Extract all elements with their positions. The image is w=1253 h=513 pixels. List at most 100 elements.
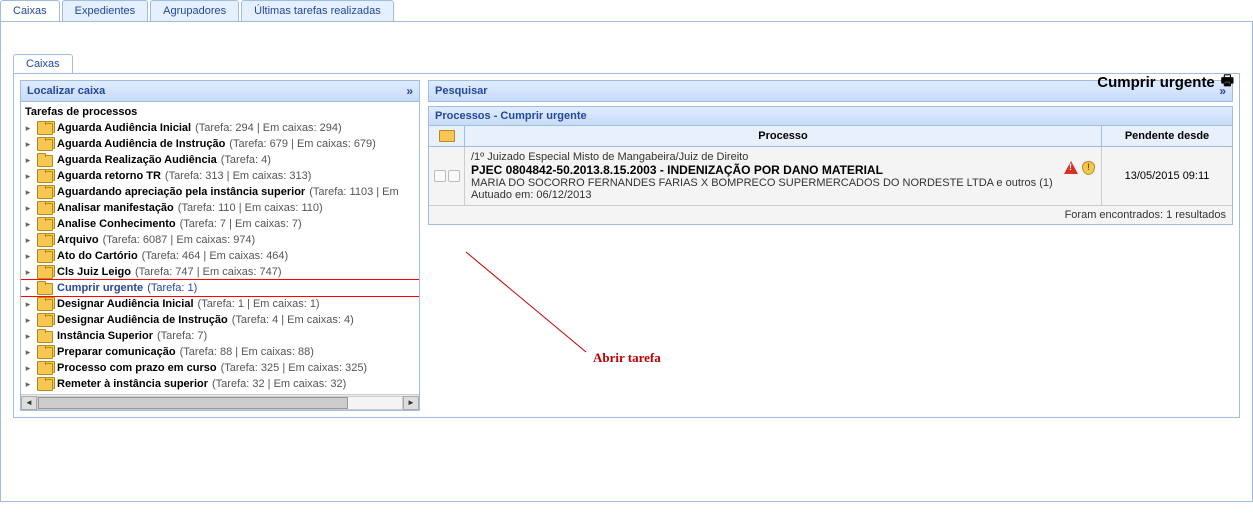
grid-title: Processos - Cumprir urgente: [429, 107, 1232, 126]
tree-item-label: Preparar comunicação: [57, 346, 176, 358]
chevron-right-icon[interactable]: ▸: [23, 219, 33, 230]
scroll-thumb[interactable]: [38, 397, 348, 409]
row-flags: [1064, 161, 1095, 175]
row-action-icon[interactable]: [448, 170, 460, 182]
tree-item-label: Analisar manifestação: [57, 202, 174, 214]
horizontal-scrollbar[interactable]: ◄ ►: [21, 394, 419, 410]
tree-item[interactable]: ▸Analise Conhecimento (Tarefa: 7 | Em ca…: [21, 216, 419, 232]
tree-item[interactable]: ▸ Processo com prazo em curso (Tarefa: 32…: [21, 360, 419, 376]
row-processo-cell: /1º Juizado Especial Misto de Mangabeira…: [465, 147, 1102, 205]
tree-item-label: Cumprir urgente: [57, 282, 143, 294]
tree-item[interactable]: ▸Arquivo (Tarefa: 6087 | Em caixas: 974): [21, 232, 419, 248]
grid-header-pendente[interactable]: Pendente desde: [1102, 126, 1232, 146]
print-icon[interactable]: 🖶: [1221, 70, 1234, 94]
tree-item[interactable]: ▸Aguarda retorno TR (Tarefa: 313 | Em ca…: [21, 168, 419, 184]
row-court-path: /1º Juizado Especial Misto de Mangabeira…: [471, 151, 1095, 163]
tree-item-label: Aguarda Audiência de Instrução: [57, 138, 225, 150]
chevron-right-icon[interactable]: ▸: [23, 155, 33, 166]
outer-tab-bar: Caixas Expedientes Agrupadores Últimas t…: [0, 0, 1253, 22]
folder-icon: [37, 249, 53, 263]
tree-item-label: Cls Juiz Leigo: [57, 266, 131, 278]
row-action-cell: [429, 147, 465, 205]
tree-item-counts: (Tarefa: 6087 | Em caixas: 974): [103, 234, 256, 246]
tree-root-label: Tarefas de processos: [21, 104, 419, 120]
tree-item-label: Remeter à instância superior: [57, 378, 208, 390]
tree-item[interactable]: ▸ Preparar comunicação (Tarefa: 88 | Em c…: [21, 344, 419, 360]
main-panel: Caixas Cumprir urgente 🖶 Localizar caixa…: [0, 22, 1253, 502]
grid-panel: Processos - Cumprir urgente Processo Pen…: [428, 106, 1233, 225]
alert-icon: [1064, 161, 1078, 174]
tree-item-counts: (Tarefa: 464 | Em caixas: 464): [142, 250, 289, 262]
folder-icon[interactable]: [439, 130, 455, 142]
tab-ultimas-tarefas[interactable]: Últimas tarefas realizadas: [241, 0, 394, 21]
tree-item-label: Processo com prazo em curso: [57, 362, 217, 374]
folder-icon: [37, 185, 53, 199]
tree-item[interactable]: ▸Aguarda Audiência Inicial (Tarefa: 294 …: [21, 120, 419, 136]
table-row[interactable]: /1º Juizado Especial Misto de Mangabeira…: [429, 147, 1232, 206]
row-process-title[interactable]: PJEC 0804842-50.2013.8.15.2003 - INDENIZ…: [471, 163, 1095, 177]
tree-item[interactable]: ▸Cumprir urgente (Tarefa: 1): [21, 280, 419, 296]
tree-item-counts: (Tarefa: 110 | Em caixas: 110): [178, 202, 323, 214]
tree-item[interactable]: ▸ Remeter à instância superior (Tarefa: 3…: [21, 376, 419, 392]
localizar-label: Localizar caixa: [27, 85, 105, 97]
scroll-left-arrow-icon[interactable]: ◄: [21, 396, 37, 410]
chevron-right-icon[interactable]: ▸: [23, 187, 33, 198]
tree-item-counts: (Tarefa: 294 | Em caixas: 294): [195, 122, 342, 134]
tree-item[interactable]: ▸Aguarda Realização Audiência (Tarefa: 4…: [21, 152, 419, 168]
tree-item-label: Analise Conhecimento: [57, 218, 176, 230]
chevron-right-icon[interactable]: ▸: [23, 171, 33, 182]
inner-tab-caixas[interactable]: Caixas: [13, 54, 73, 73]
tree: Tarefas de processos ▸Aguarda Audiência …: [21, 102, 419, 394]
pesquisar-label: Pesquisar: [435, 85, 488, 97]
tree-item-counts: (Tarefa: 1 | Em caixas: 1): [198, 298, 320, 310]
tree-item-counts: (Tarefa: 1103 | Em: [309, 186, 398, 198]
row-parties: MARIA DO SOCORRO FERNANDES FARIAS X BOMP…: [471, 177, 1095, 189]
folder-icon: [37, 377, 53, 391]
chevron-right-icon[interactable]: ▸: [23, 315, 33, 326]
tree-item[interactable]: ▸ Aguarda Audiência de Instrução (Tarefa:…: [21, 136, 419, 152]
tree-item[interactable]: ▸ Aguardando apreciação pela instância su…: [21, 184, 419, 200]
scroll-right-arrow-icon[interactable]: ►: [403, 396, 419, 410]
columns: Localizar caixa » Tarefas de processos ▸…: [13, 73, 1240, 418]
tree-item[interactable]: ▸Designar Audiência de Instrução (Tarefa…: [21, 312, 419, 328]
tree-item-label: Aguarda retorno TR: [57, 170, 161, 182]
tree-item-counts: (Tarefa: 88 | Em caixas: 88): [180, 346, 314, 358]
page-title: Cumprir urgente: [1097, 74, 1215, 91]
tree-item[interactable]: ▸Designar Audiência Inicial (Tarefa: 1 |…: [21, 296, 419, 312]
tree-item-counts: (Tarefa: 679 | Em caixas: 679): [229, 138, 376, 150]
chevron-right-icon[interactable]: ▸: [23, 139, 33, 150]
expand-icon[interactable]: »: [406, 84, 413, 98]
right-column: Pesquisar » Processos - Cumprir urgente …: [428, 80, 1233, 411]
chevron-right-icon[interactable]: ▸: [23, 283, 33, 294]
folder-icon: [37, 137, 53, 151]
open-task-icon[interactable]: [434, 170, 446, 182]
tree-item[interactable]: ▸Cls Juiz Leigo (Tarefa: 747 | Em caixas…: [21, 264, 419, 280]
grid-header-processo[interactable]: Processo: [465, 126, 1102, 146]
chevron-right-icon[interactable]: ▸: [23, 251, 33, 262]
chevron-right-icon[interactable]: ▸: [23, 203, 33, 214]
left-column: Localizar caixa » Tarefas de processos ▸…: [20, 80, 420, 411]
tree-item[interactable]: ▸Ato do Cartório (Tarefa: 464 | Em caixa…: [21, 248, 419, 264]
chevron-right-icon[interactable]: ▸: [23, 299, 33, 310]
chevron-right-icon[interactable]: ▸: [23, 331, 33, 342]
chevron-right-icon[interactable]: ▸: [23, 123, 33, 134]
tab-caixas[interactable]: Caixas: [0, 0, 60, 21]
localizar-header[interactable]: Localizar caixa »: [20, 80, 420, 102]
folder-icon: [37, 313, 53, 327]
tree-item[interactable]: ▸ Analisar manifestação (Tarefa: 110 | Em…: [21, 200, 419, 216]
chevron-right-icon[interactable]: ▸: [23, 379, 33, 390]
scroll-track[interactable]: [37, 396, 403, 410]
tree-item-label: Instância Superior: [57, 330, 153, 342]
tree-item-label: Aguarda Realização Audiência: [57, 154, 217, 166]
tab-agrupadores[interactable]: Agrupadores: [150, 0, 239, 21]
tree-item[interactable]: ▸Instância Superior (Tarefa: 7): [21, 328, 419, 344]
tab-expedientes[interactable]: Expedientes: [62, 0, 149, 21]
chevron-right-icon[interactable]: ▸: [23, 363, 33, 374]
tree-item-counts: (Tarefa: 325 | Em caixas: 325): [221, 362, 368, 374]
tree-item-label: Aguardando apreciação pela instância sup…: [57, 186, 305, 198]
chevron-right-icon[interactable]: ▸: [23, 347, 33, 358]
chevron-right-icon[interactable]: ▸: [23, 267, 33, 278]
chevron-right-icon[interactable]: ▸: [23, 235, 33, 246]
tree-item-counts: (Tarefa: 32 | Em caixas: 32): [212, 378, 346, 390]
folder-icon: [37, 169, 53, 183]
